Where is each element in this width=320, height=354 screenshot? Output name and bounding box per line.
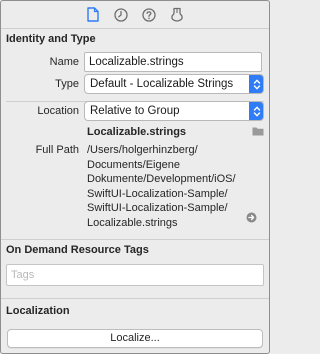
file-icon xyxy=(87,7,99,22)
file-name: Localizable.strings xyxy=(87,126,187,138)
tab-accessibility-inspector[interactable] xyxy=(167,5,187,25)
name-field[interactable]: Localizable.strings xyxy=(84,52,262,72)
type-popup[interactable]: Default - Localizable Strings xyxy=(84,74,264,94)
tab-quick-help-inspector[interactable] xyxy=(139,5,159,25)
location-popup[interactable]: Relative to Group xyxy=(84,101,264,121)
inspector-panel: Identity and Type Name Localizable.strin… xyxy=(0,0,270,354)
folder-icon[interactable] xyxy=(252,126,264,139)
reveal-in-finder-arrow-icon[interactable] xyxy=(246,212,257,226)
section-title-on-demand-tags: On Demand Resource Tags xyxy=(6,244,149,256)
path-line: SwiftUI-Localization-Sample/ xyxy=(87,202,228,215)
popup-stepper-icon xyxy=(249,102,263,120)
location-label: Location xyxy=(37,105,79,117)
full-path-label: Full Path xyxy=(35,144,79,156)
path-line: Dokumente/Development/iOS/ xyxy=(87,173,236,186)
help-icon xyxy=(142,7,156,22)
tab-file-inspector[interactable] xyxy=(83,5,103,25)
inspector-tab-bar xyxy=(1,1,269,28)
divider xyxy=(1,298,269,299)
type-label: Type xyxy=(55,78,79,90)
location-popup-value: Relative to Group xyxy=(90,105,180,117)
name-label: Name xyxy=(49,56,79,68)
section-title-identity: Identity and Type xyxy=(6,33,96,45)
section-title-localization: Localization xyxy=(6,305,70,317)
shield-icon xyxy=(171,7,183,22)
type-popup-value: Default - Localizable Strings xyxy=(90,78,234,90)
divider xyxy=(1,239,269,240)
tab-history-inspector[interactable] xyxy=(111,5,131,25)
clock-icon xyxy=(114,7,128,22)
tags-field[interactable]: Tags xyxy=(6,264,264,286)
path-line: Documents/Eigene xyxy=(87,158,180,171)
divider xyxy=(1,28,269,29)
localize-button[interactable]: Localize... xyxy=(7,329,263,348)
path-line: Localizable.strings xyxy=(87,216,178,229)
path-line: /Users/holgerhinzberg/ xyxy=(87,144,198,156)
popup-stepper-icon xyxy=(249,75,263,93)
full-path-value: /Users/holgerhinzberg/ Documents/Eigene … xyxy=(87,143,257,231)
path-line: SwiftUI-Localization-Sample/ xyxy=(87,187,228,200)
